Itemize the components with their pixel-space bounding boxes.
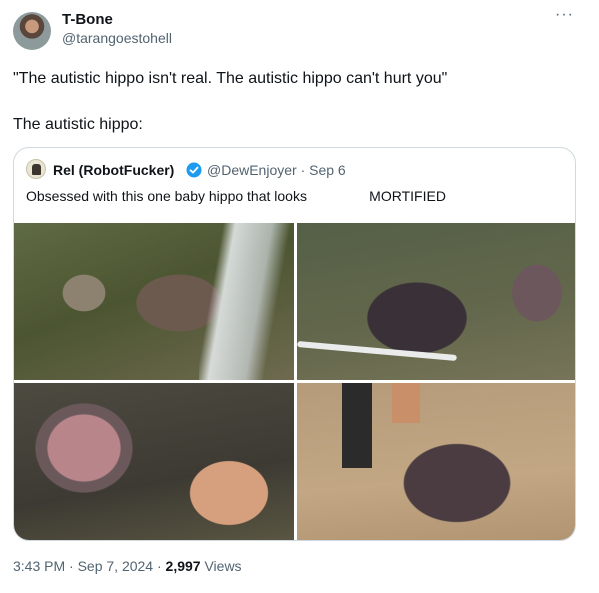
quoted-tweet[interactable]: Rel (RobotFucker) @DewEnjoyer · Sep 6 Ob… (13, 147, 576, 541)
quoted-handle-date[interactable]: @DewEnjoyer · Sep 6 (207, 162, 346, 178)
more-options-icon[interactable]: ··· (555, 6, 574, 24)
hippo-photo-1[interactable] (14, 223, 294, 380)
verified-badge-icon (186, 162, 202, 178)
hippo-photo-4[interactable] (297, 383, 575, 540)
water-splash (199, 223, 294, 380)
tweet-text-line-2: The autistic hippo: (13, 116, 143, 133)
author-name[interactable]: T-Bone (62, 11, 113, 28)
hippo-photo-2[interactable] (297, 223, 575, 380)
author-avatar[interactable] (13, 12, 51, 50)
author-handle[interactable]: @tarangoestohell (62, 30, 172, 46)
quoted-tweet-text: Obsessed with this one baby hippo that l… (26, 188, 446, 204)
tweet-timestamp[interactable]: 3:43 PM · Sep 7, 2024 · (13, 558, 166, 574)
hippo-photo-3[interactable] (14, 383, 294, 540)
media-grid (14, 223, 575, 540)
quoted-author-name[interactable]: Rel (RobotFucker) (53, 162, 174, 178)
views-count: 2,997 (165, 558, 201, 574)
tweet-text-line-1: "The autistic hippo isn't real. The auti… (13, 70, 448, 87)
hose (297, 341, 457, 361)
tweet-meta: 3:43 PM · Sep 7, 2024 · 2,997 Views (13, 558, 242, 574)
views-label: Views (200, 558, 242, 574)
quoted-author-avatar[interactable] (26, 159, 46, 179)
